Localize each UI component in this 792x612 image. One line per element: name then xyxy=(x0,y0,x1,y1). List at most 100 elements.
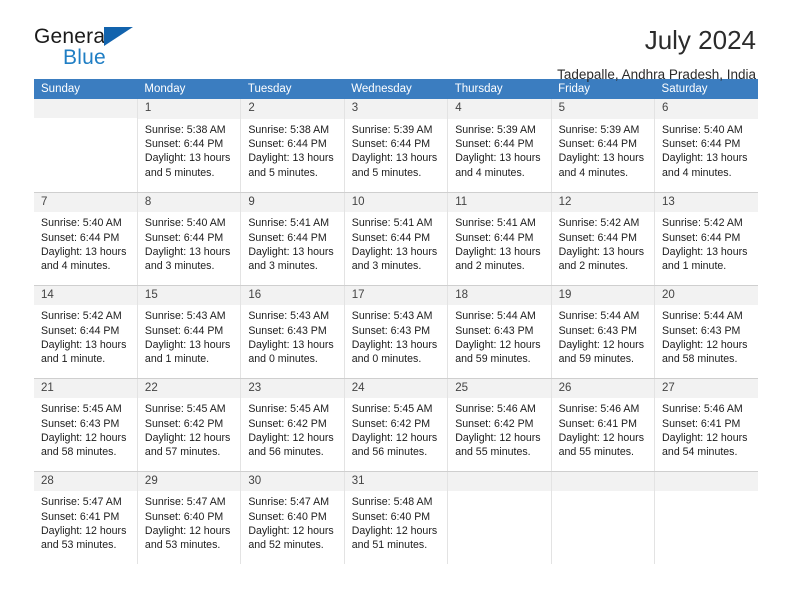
daylight-text: Daylight: 13 hours and 5 minutes. xyxy=(351,152,438,179)
day-details: Sunrise: 5:47 AM Sunset: 6:41 PM Daylight:… xyxy=(34,491,137,553)
sunset-text: Sunset: 6:43 PM xyxy=(248,324,327,337)
sunset-text: Sunset: 6:41 PM xyxy=(41,510,120,523)
day-number: 1 xyxy=(137,99,241,119)
sunrise-text: Sunrise: 5:46 AM xyxy=(662,403,743,416)
day-number: 22 xyxy=(137,378,241,399)
day-details: Sunrise: 5:40 AM Sunset: 6:44 PM Daylight:… xyxy=(655,119,758,181)
calendar-cell-empty xyxy=(447,471,552,564)
calendar-cell-day-12[interactable]: 12 Sunrise: 5:42 AM Sunset: 6:44 PM Dayligh… xyxy=(551,192,656,286)
daylight-text: Daylight: 12 hours and 52 minutes. xyxy=(248,524,334,552)
sunset-text: Sunset: 6:43 PM xyxy=(351,324,431,337)
sunset-text: Sunset: 6:44 PM xyxy=(351,138,431,151)
calendar-cell-day-18[interactable]: 18 Sunrise: 5:44 AM Sunset: 6:43 PM Dayligh… xyxy=(447,285,552,379)
sunrise-text: Sunrise: 5:43 AM xyxy=(144,310,226,323)
day-details: Sunrise: 5:43 AM Sunset: 6:43 PM Daylight:… xyxy=(241,305,343,367)
daylight-text: Daylight: 13 hours and 4 minutes. xyxy=(455,152,541,179)
daylight-text: Daylight: 12 hours and 56 minutes. xyxy=(248,431,334,459)
day-details: Sunrise: 5:41 AM Sunset: 6:44 PM Daylight:… xyxy=(448,212,550,274)
calendar-cell-day-1[interactable]: 1 Sunrise: 5:38 AM Sunset: 6:44 PM Daylight… xyxy=(137,99,242,193)
calendar-cell-day-26[interactable]: 26 Sunrise: 5:46 AM Sunset: 6:41 PM Dayligh… xyxy=(551,378,656,472)
day-number: 16 xyxy=(241,285,344,306)
calendar-cell-day-15[interactable]: 15 Sunrise: 5:43 AM Sunset: 6:44 PM Dayligh… xyxy=(137,285,242,379)
sunrise-text: Sunrise: 5:38 AM xyxy=(248,123,330,136)
sunset-text: Sunset: 6:42 PM xyxy=(455,417,534,430)
sunset-text: Sunset: 6:40 PM xyxy=(351,510,431,523)
day-details: Sunrise: 5:44 AM Sunset: 6:43 PM Daylight:… xyxy=(448,305,550,367)
calendar-cell-day-4[interactable]: 4 Sunrise: 5:39 AM Sunset: 6:44 PM Daylight… xyxy=(447,99,552,193)
day-details: Sunrise: 5:46 AM Sunset: 6:41 PM Daylight:… xyxy=(552,398,654,460)
sunrise-text: Sunrise: 5:43 AM xyxy=(248,310,330,323)
calendar-cell-day-2[interactable]: 2 Sunrise: 5:38 AM Sunset: 6:44 PM Daylight… xyxy=(240,99,345,193)
sunrise-text: Sunrise: 5:44 AM xyxy=(455,310,536,323)
sunset-text: Sunset: 6:44 PM xyxy=(41,324,120,337)
daylight-text: Daylight: 13 hours and 4 minutes. xyxy=(41,245,127,273)
calendar-cell-day-11[interactable]: 11 Sunrise: 5:41 AM Sunset: 6:44 PM Dayligh… xyxy=(447,192,552,286)
sunrise-text: Sunrise: 5:38 AM xyxy=(144,123,226,136)
sunrise-text: Sunrise: 5:41 AM xyxy=(351,217,433,230)
logo-text-general: General xyxy=(34,25,111,48)
daylight-text: Daylight: 12 hours and 51 minutes. xyxy=(351,524,438,552)
sunset-text: Sunset: 6:42 PM xyxy=(248,417,327,430)
calendar-cell-day-30[interactable]: 30 Sunrise: 5:47 AM Sunset: 6:40 PM Dayligh… xyxy=(240,471,345,564)
day-details: Sunrise: 5:39 AM Sunset: 6:44 PM Daylight:… xyxy=(345,119,447,181)
day-number: 31 xyxy=(344,471,448,492)
calendar-cell-day-24[interactable]: 24 Sunrise: 5:45 AM Sunset: 6:42 PM Dayligh… xyxy=(344,378,449,472)
calendar-cell-day-23[interactable]: 23 Sunrise: 5:45 AM Sunset: 6:42 PM Dayligh… xyxy=(240,378,345,472)
calendar-page: General Blue July 2024 Tadepalle, Andhra… xyxy=(0,0,792,612)
sunset-text: Sunset: 6:44 PM xyxy=(558,231,637,244)
sunrise-text: Sunrise: 5:45 AM xyxy=(351,403,433,416)
sunrise-text: Sunrise: 5:40 AM xyxy=(41,217,122,230)
day-details: Sunrise: 5:44 AM Sunset: 6:43 PM Daylight:… xyxy=(552,305,654,367)
calendar-cell-empty xyxy=(654,471,758,564)
calendar-cell-day-10[interactable]: 10 Sunrise: 5:41 AM Sunset: 6:44 PM Dayligh… xyxy=(344,192,449,286)
day-details: Sunrise: 5:42 AM Sunset: 6:44 PM Daylight:… xyxy=(34,305,137,367)
day-number: 29 xyxy=(137,471,241,492)
calendar-cell-day-5[interactable]: 5 Sunrise: 5:39 AM Sunset: 6:44 PM Daylight… xyxy=(551,99,656,193)
daylight-text: Daylight: 13 hours and 2 minutes. xyxy=(455,245,541,273)
calendar-cell-day-21[interactable]: 21 Sunrise: 5:45 AM Sunset: 6:43 PM Dayligh… xyxy=(34,378,138,472)
day-number: 2 xyxy=(241,99,344,119)
day-number xyxy=(551,471,655,491)
day-details: Sunrise: 5:39 AM Sunset: 6:44 PM Daylight:… xyxy=(552,119,654,181)
daylight-text: Daylight: 13 hours and 0 minutes. xyxy=(351,338,438,366)
day-details: Sunrise: 5:45 AM Sunset: 6:42 PM Daylight:… xyxy=(241,398,343,460)
daylight-text: Daylight: 13 hours and 2 minutes. xyxy=(558,245,644,273)
calendar-cell-day-29[interactable]: 29 Sunrise: 5:47 AM Sunset: 6:40 PM Dayligh… xyxy=(137,471,242,564)
sunrise-text: Sunrise: 5:44 AM xyxy=(662,310,743,323)
sunrise-text: Sunrise: 5:40 AM xyxy=(662,123,743,136)
calendar-cell-day-22[interactable]: 22 Sunrise: 5:45 AM Sunset: 6:42 PM Dayligh… xyxy=(137,378,242,472)
calendar-cell-day-19[interactable]: 19 Sunrise: 5:44 AM Sunset: 6:43 PM Dayligh… xyxy=(551,285,656,379)
daylight-text: Daylight: 12 hours and 59 minutes. xyxy=(455,338,541,366)
calendar-cell-day-13[interactable]: 13 Sunrise: 5:42 AM Sunset: 6:44 PM Dayligh… xyxy=(654,192,758,286)
sunset-text: Sunset: 6:41 PM xyxy=(558,417,637,430)
day-number xyxy=(655,471,758,491)
daylight-text: Daylight: 12 hours and 55 minutes. xyxy=(558,431,644,459)
calendar-cell-day-6[interactable]: 6 Sunrise: 5:40 AM Sunset: 6:44 PM Daylight… xyxy=(654,99,758,193)
calendar-cell-day-3[interactable]: 3 Sunrise: 5:39 AM Sunset: 6:44 PM Daylight… xyxy=(344,99,449,193)
day-number: 14 xyxy=(34,285,137,306)
daylight-text: Daylight: 13 hours and 3 minutes. xyxy=(144,245,231,273)
sunrise-text: Sunrise: 5:46 AM xyxy=(558,403,640,416)
daylight-text: Daylight: 13 hours and 5 minutes. xyxy=(144,152,231,179)
sunrise-text: Sunrise: 5:47 AM xyxy=(144,496,226,509)
page-title: July 2024 xyxy=(644,25,756,55)
calendar-cell-day-14[interactable]: 14 Sunrise: 5:42 AM Sunset: 6:44 PM Dayligh… xyxy=(34,285,138,379)
calendar-cell-day-25[interactable]: 25 Sunrise: 5:46 AM Sunset: 6:42 PM Dayligh… xyxy=(447,378,552,472)
daylight-text: Daylight: 13 hours and 4 minutes. xyxy=(662,152,748,179)
sunset-text: Sunset: 6:42 PM xyxy=(351,417,431,430)
calendar-cell-day-28[interactable]: 28 Sunrise: 5:47 AM Sunset: 6:41 PM Dayligh… xyxy=(34,471,138,564)
calendar-cell-day-16[interactable]: 16 Sunrise: 5:43 AM Sunset: 6:43 PM Dayligh… xyxy=(240,285,345,379)
calendar-week-row: 14 Sunrise: 5:42 AM Sunset: 6:44 PM Dayligh… xyxy=(34,285,758,379)
calendar-cell-day-8[interactable]: 8 Sunrise: 5:40 AM Sunset: 6:44 PM Daylight… xyxy=(137,192,242,286)
day-details: Sunrise: 5:40 AM Sunset: 6:44 PM Daylight:… xyxy=(138,212,240,274)
day-number: 5 xyxy=(551,99,655,119)
calendar-cell-day-7[interactable]: 7 Sunrise: 5:40 AM Sunset: 6:44 PM Daylight… xyxy=(34,192,138,286)
calendar-cell-day-17[interactable]: 17 Sunrise: 5:43 AM Sunset: 6:43 PM Dayligh… xyxy=(344,285,449,379)
calendar-cell-day-27[interactable]: 27 Sunrise: 5:46 AM Sunset: 6:41 PM Dayligh… xyxy=(654,378,758,472)
calendar-cell-day-31[interactable]: 31 Sunrise: 5:48 AM Sunset: 6:40 PM Dayligh… xyxy=(344,471,449,564)
generalblue-logo[interactable]: General Blue xyxy=(34,26,144,74)
calendar-cell-day-9[interactable]: 9 Sunrise: 5:41 AM Sunset: 6:44 PM Daylight… xyxy=(240,192,345,286)
sunrise-text: Sunrise: 5:47 AM xyxy=(248,496,330,509)
calendar-cell-day-20[interactable]: 20 Sunrise: 5:44 AM Sunset: 6:43 PM Dayligh… xyxy=(654,285,758,379)
day-number: 24 xyxy=(344,378,448,399)
